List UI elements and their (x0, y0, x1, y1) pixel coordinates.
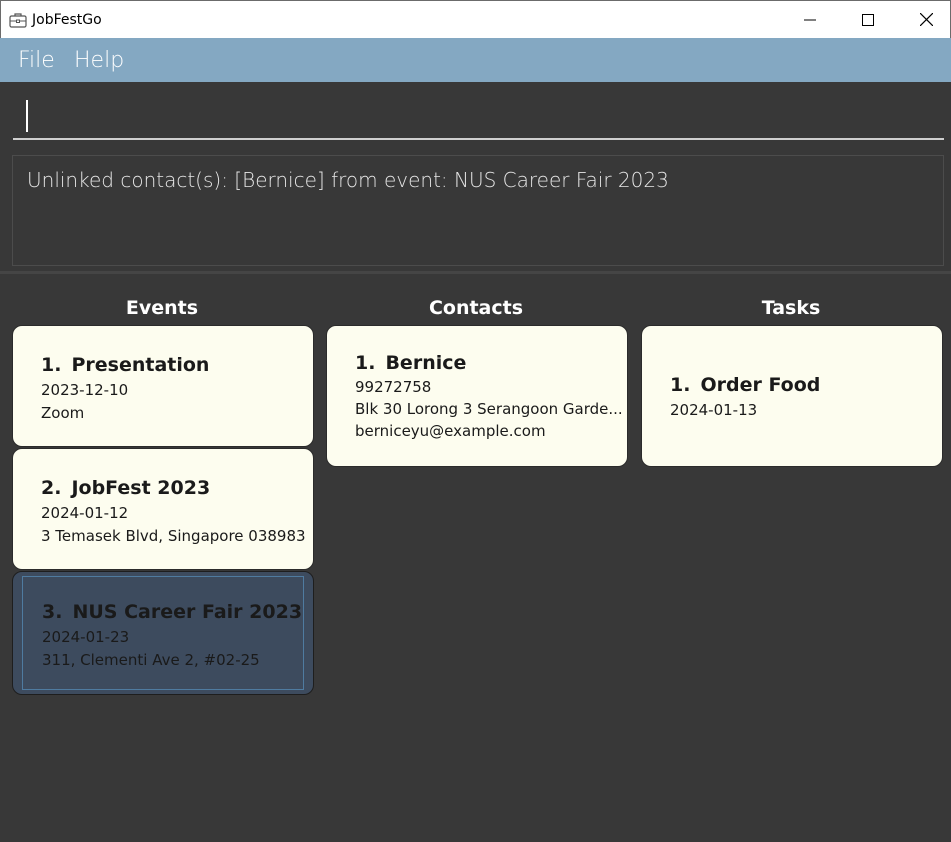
contact-index: 1. (355, 352, 376, 374)
event-venue: Zoom (41, 404, 85, 422)
event-name: JobFest 2023 (71, 477, 211, 499)
event-name: NUS Career Fair 2023 (72, 601, 303, 623)
task-index: 1. (670, 374, 691, 396)
event-venue: 3 Temasek Blvd, Singapore 038983 (41, 527, 306, 545)
contact-title: 1. Bernice (355, 352, 627, 374)
event-title: 2. JobFest 2023 (41, 477, 313, 499)
tasks-panel-title: Tasks (761, 297, 821, 319)
task-title: 1. Order Food (670, 374, 942, 396)
result-message: Unlinked contact(s): [Bernice] from even… (27, 168, 669, 192)
event-date: 2024-01-23 (42, 628, 130, 646)
result-display: Unlinked contact(s): [Bernice] from even… (12, 155, 944, 266)
task-description: Order Food (700, 374, 821, 396)
command-input[interactable] (13, 94, 944, 140)
event-index: 1. (41, 354, 62, 376)
event-date: 2023-12-10 (41, 381, 129, 399)
title-bar: JobFestGo (0, 0, 951, 38)
contact-name: Bernice (385, 352, 467, 374)
minimize-icon (804, 19, 816, 20)
briefcase-icon (9, 13, 27, 28)
menu-file[interactable]: File (18, 48, 55, 73)
events-panel-title: Events (125, 297, 199, 319)
close-button[interactable] (897, 1, 951, 38)
close-icon (919, 13, 933, 26)
task-deadline: 2024-01-13 (670, 401, 758, 419)
event-card[interactable]: 1. Presentation 2023-12-10 Zoom (12, 325, 314, 447)
event-title: 3. NUS Career Fair 2023 (42, 601, 313, 623)
contact-card[interactable]: 1. Bernice 99272758 Blk 30 Lorong 3 Sera… (326, 325, 628, 467)
minimize-button[interactable] (781, 1, 839, 38)
text-caret (26, 100, 28, 132)
maximize-button[interactable] (839, 1, 897, 38)
event-index: 2. (41, 477, 62, 499)
task-card[interactable]: 1. Order Food 2024-01-13 (641, 325, 943, 467)
divider (0, 271, 951, 274)
event-date: 2024-01-12 (41, 504, 129, 522)
contact-phone: 99272758 (355, 378, 432, 396)
event-name: Presentation (71, 354, 210, 376)
contacts-panel-title: Contacts (428, 297, 524, 319)
event-title: 1. Presentation (41, 354, 313, 376)
window-title: JobFestGo (32, 12, 102, 28)
command-box (0, 82, 951, 148)
menu-help[interactable]: Help (74, 48, 124, 73)
event-card-selected[interactable]: 3. NUS Career Fair 2023 2024-01-23 311, … (12, 571, 314, 695)
event-venue: 311, Clementi Ave 2, #02-25 (42, 651, 260, 669)
contact-email: berniceyu@example.com (355, 422, 546, 440)
menu-bar: File Help (0, 38, 951, 82)
event-card[interactable]: 2. JobFest 2023 2024-01-12 3 Temasek Blv… (12, 448, 314, 570)
maximize-icon (862, 13, 874, 26)
event-index: 3. (42, 601, 63, 623)
contact-address: Blk 30 Lorong 3 Serangoon Garde... (355, 400, 623, 418)
